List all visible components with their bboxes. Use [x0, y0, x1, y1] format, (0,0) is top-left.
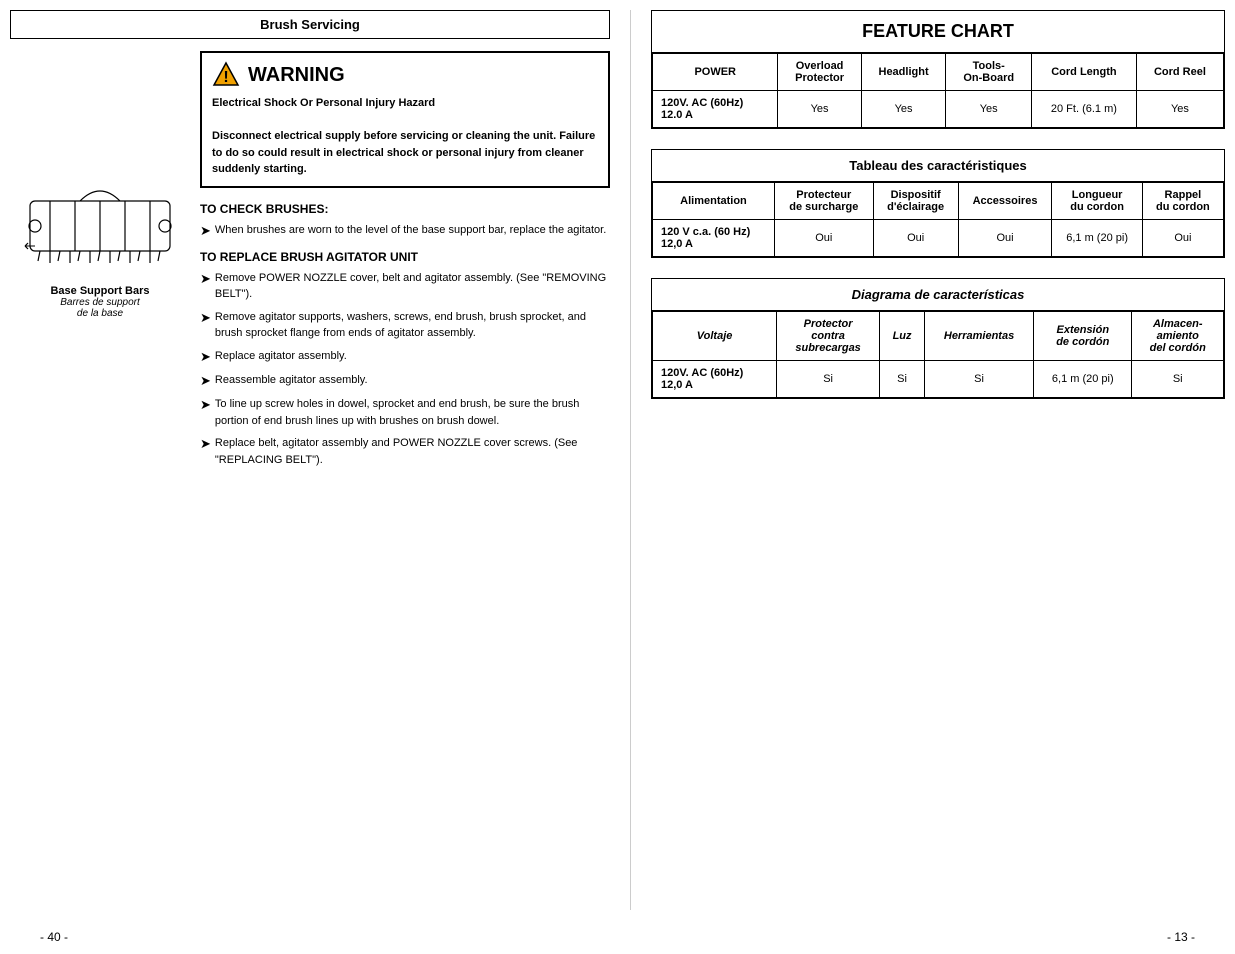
replace-text-4: Reassemble agitator assembly.: [215, 372, 610, 389]
tab-alim-val: 120 V c.a. (60 Hz)12,0 A: [653, 220, 775, 257]
diagram-area: Base Support Bars Barres de support de l…: [10, 171, 190, 474]
replace-item-1: ➤ Remove POWER NOZZLE cover, belt and ag…: [200, 270, 610, 303]
bullet-arrow-1: ➤: [200, 222, 211, 240]
diag-header-luz: Luz: [880, 312, 925, 361]
footer-page-left: - 40 -: [40, 930, 68, 944]
fc-header-cord-reel: Cord Reel: [1136, 54, 1223, 91]
diag-extension-val: 6,1 m (20 pi): [1034, 361, 1132, 398]
tab-rappel-val: Oui: [1142, 220, 1223, 257]
bullet-arrow-4: ➤: [200, 348, 211, 366]
diag-header-voltaje: Voltaje: [653, 312, 777, 361]
replace-item-5: ➤ To line up screw holes in dowel, sproc…: [200, 396, 610, 429]
tableau-data-row: 120 V c.a. (60 Hz)12,0 A Oui Oui Oui 6,1…: [653, 220, 1224, 257]
tableau-header-row: Alimentation Protecteurde surcharge Disp…: [653, 183, 1224, 220]
diagram-sublabel2: de la base: [77, 308, 123, 319]
diag-header-extension: Extensiónde cordón: [1034, 312, 1132, 361]
tableau-section: Tableau des caractéristiques Alimentatio…: [651, 149, 1225, 258]
diagram-sublabel1: Barres de support: [60, 297, 140, 308]
instructions: ! WARNING Electrical Shock Or Personal I…: [200, 51, 610, 474]
fc-power-val: 120V. AC (60Hz)12.0 A: [653, 91, 778, 128]
replace-item-4: ➤ Reassemble agitator assembly.: [200, 372, 610, 390]
tab-dispositif-val: Oui: [873, 220, 958, 257]
tab-header-accessoires: Accessoires: [958, 183, 1052, 220]
fc-header-headlight: Headlight: [861, 54, 946, 91]
replace-item-6: ➤ Replace belt, agitator assembly and PO…: [200, 435, 610, 468]
tab-header-alim: Alimentation: [653, 183, 775, 220]
tab-header-longueur: Longueurdu cordon: [1052, 183, 1142, 220]
diag-header-herramientas: Herramientas: [925, 312, 1034, 361]
diagrama-title: Diagrama de características: [652, 279, 1224, 311]
check-brushes-text-1: When brushes are worn to the level of th…: [215, 222, 610, 239]
warning-box: ! WARNING Electrical Shock Or Personal I…: [200, 51, 610, 188]
diag-herramientas-val: Si: [925, 361, 1034, 398]
fc-overload-val: Yes: [778, 91, 861, 128]
panel-divider: [630, 10, 631, 910]
bullet-arrow-6: ➤: [200, 396, 211, 414]
diagrama-table: Voltaje Protectorcontrasubrecargas Luz H…: [652, 311, 1224, 398]
warning-title: WARNING: [248, 64, 345, 87]
diagram-label: Base Support Bars: [50, 285, 149, 297]
warning-line1: Electrical Shock Or Personal Injury Haza…: [212, 95, 598, 112]
bullet-arrow-3: ➤: [200, 309, 211, 327]
feature-chart-header-row: POWER OverloadProtector Headlight Tools-…: [653, 54, 1224, 91]
bullet-arrow-7: ➤: [200, 435, 211, 453]
replace-item-3: ➤ Replace agitator assembly.: [200, 348, 610, 366]
tab-header-protecteur: Protecteurde surcharge: [774, 183, 873, 220]
tableau-table: Alimentation Protecteurde surcharge Disp…: [652, 182, 1224, 257]
fc-headlight-val: Yes: [861, 91, 946, 128]
bullet-arrow-2: ➤: [200, 270, 211, 288]
tab-header-rappel: Rappeldu cordon: [1142, 183, 1223, 220]
footer: - 40 - - 13 -: [0, 920, 1235, 954]
diag-almacen-val: Si: [1132, 361, 1224, 398]
replace-text-6: Replace belt, agitator assembly and POWE…: [215, 435, 610, 468]
warning-body: Electrical Shock Or Personal Injury Haza…: [212, 95, 598, 178]
diag-protector-val: Si: [777, 361, 880, 398]
fc-cord-length-val: 20 Ft. (6.1 m): [1031, 91, 1136, 128]
svg-text:!: !: [223, 69, 228, 86]
left-panel: Brush Servicing: [10, 10, 610, 910]
warning-icon: !: [212, 61, 240, 89]
replace-text-2: Remove agitator supports, washers, screw…: [215, 309, 610, 342]
replace-text-5: To line up screw holes in dowel, sprocke…: [215, 396, 610, 429]
replace-brush-title: TO REPLACE BRUSH AGITATOR UNIT: [200, 250, 610, 264]
feature-chart-data-row: 120V. AC (60Hz)12.0 A Yes Yes Yes 20 Ft.…: [653, 91, 1224, 128]
tab-header-dispositif: Dispositifd'éclairage: [873, 183, 958, 220]
warning-line2: Disconnect electrical supply before serv…: [212, 128, 598, 178]
fc-header-tools: Tools-On-Board: [946, 54, 1032, 91]
check-brushes-item-1: ➤ When brushes are worn to the level of …: [200, 222, 610, 240]
warning-header: ! WARNING: [212, 61, 598, 89]
diagrama-header-row: Voltaje Protectorcontrasubrecargas Luz H…: [653, 312, 1224, 361]
diag-header-protector: Protectorcontrasubrecargas: [777, 312, 880, 361]
diag-luz-val: Si: [880, 361, 925, 398]
diagrama-section: Diagrama de características Voltaje Prot…: [651, 278, 1225, 399]
diagrama-data-row: 120V. AC (60Hz)12,0 A Si Si Si 6,1 m (20…: [653, 361, 1224, 398]
feature-chart-section: FEATURE CHART POWER OverloadProtector He…: [651, 10, 1225, 129]
fc-tools-val: Yes: [946, 91, 1032, 128]
replace-text-1: Remove POWER NOZZLE cover, belt and agit…: [215, 270, 610, 303]
tab-longueur-val: 6,1 m (20 pi): [1052, 220, 1142, 257]
feature-chart-table: POWER OverloadProtector Headlight Tools-…: [652, 53, 1224, 128]
diag-voltaje-val: 120V. AC (60Hz)12,0 A: [653, 361, 777, 398]
fc-cord-reel-val: Yes: [1136, 91, 1223, 128]
right-panel: FEATURE CHART POWER OverloadProtector He…: [651, 10, 1225, 910]
tab-protecteur-val: Oui: [774, 220, 873, 257]
replace-text-3: Replace agitator assembly.: [215, 348, 610, 365]
fc-header-power: POWER: [653, 54, 778, 91]
brush-servicing-title: Brush Servicing: [10, 10, 610, 39]
bullet-arrow-5: ➤: [200, 372, 211, 390]
fc-header-cord-length: Cord Length: [1031, 54, 1136, 91]
diag-header-almacen: Almacen-amientodel cordón: [1132, 312, 1224, 361]
tableau-title: Tableau des caractéristiques: [652, 150, 1224, 182]
replace-item-2: ➤ Remove agitator supports, washers, scr…: [200, 309, 610, 342]
footer-page-right: - 13 -: [1167, 930, 1195, 944]
tab-accessoires-val: Oui: [958, 220, 1052, 257]
check-brushes-title: TO CHECK BRUSHES:: [200, 202, 610, 216]
feature-chart-title: FEATURE CHART: [652, 11, 1224, 53]
fc-header-overload: OverloadProtector: [778, 54, 861, 91]
brush-diagram: [20, 171, 180, 281]
